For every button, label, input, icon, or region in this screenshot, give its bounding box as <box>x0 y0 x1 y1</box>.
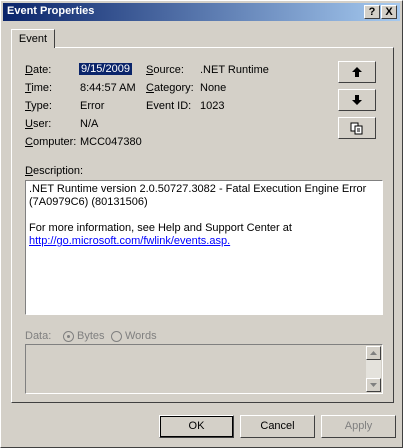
eventid-label: Event ID: <box>146 100 192 112</box>
help-button[interactable]: ? <box>364 5 380 19</box>
source-label: Source: <box>146 64 184 76</box>
arrow-up-icon <box>352 67 362 77</box>
type-label: Type: <box>25 100 52 112</box>
time-label: Time: <box>25 82 53 94</box>
close-button[interactable]: X <box>381 5 397 19</box>
help-link[interactable]: http://go.microsoft.com/fwlink/events.as… <box>29 235 230 247</box>
description-text-area[interactable]: .NET Runtime version 2.0.50727.3082 - Fa… <box>25 180 383 315</box>
user-label: User: <box>25 118 52 130</box>
eventid-value: 1023 <box>200 100 225 112</box>
user-value: N/A <box>80 118 99 130</box>
data-label: Data: <box>25 330 52 342</box>
computer-label: Computer: <box>25 136 77 148</box>
date-value[interactable]: 9/15/2009 <box>79 63 132 75</box>
next-event-button[interactable] <box>338 89 376 111</box>
tab-event[interactable]: Event <box>11 29 55 48</box>
bytes-radio[interactable] <box>63 331 74 342</box>
title-bar[interactable]: Event Properties ? X <box>3 3 400 21</box>
description-line-1: .NET Runtime version 2.0.50727.3082 - Fa… <box>29 183 367 208</box>
ok-button[interactable]: OK <box>159 415 234 438</box>
previous-event-button[interactable] <box>338 61 376 83</box>
scroll-down-icon <box>370 383 377 387</box>
scroll-down-button[interactable] <box>366 378 381 392</box>
words-label: Words <box>125 330 157 342</box>
copy-icon <box>350 122 363 135</box>
apply-button[interactable]: Apply <box>321 415 396 438</box>
data-scrollbar[interactable] <box>366 346 381 392</box>
time-value: 8:44:57 AM <box>80 82 136 94</box>
computer-value: MCC047380 <box>80 136 142 148</box>
category-value: None <box>200 82 227 94</box>
copy-button[interactable] <box>338 117 376 139</box>
cancel-button[interactable]: Cancel <box>240 415 315 438</box>
category-label: Category: <box>146 82 194 94</box>
description-label: Description: <box>25 165 84 177</box>
scroll-up-button[interactable] <box>366 346 381 360</box>
data-text-area[interactable] <box>25 344 383 394</box>
source-value: .NET Runtime <box>200 64 269 76</box>
date-label: Date: <box>25 64 52 76</box>
window-title: Event Properties <box>7 5 95 17</box>
type-value: Error <box>80 100 105 112</box>
bytes-label: Bytes <box>77 330 105 342</box>
arrow-down-icon <box>352 95 362 105</box>
description-line-2: For more information, see Help and Suppo… <box>29 222 292 234</box>
words-radio[interactable] <box>111 331 122 342</box>
event-properties-window: Event Properties ? X Event Date: 9/15/20… <box>0 0 403 448</box>
scroll-up-icon <box>370 351 377 355</box>
